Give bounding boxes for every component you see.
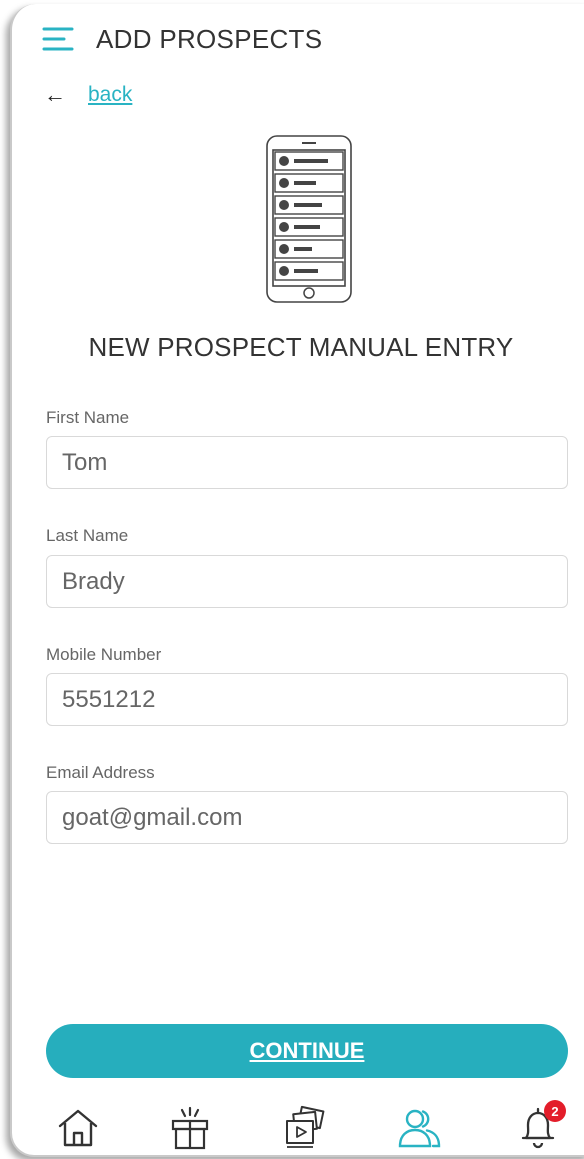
back-row: ← back bbox=[44, 82, 132, 108]
last-name-field[interactable] bbox=[46, 555, 568, 608]
email-address-field[interactable] bbox=[46, 791, 568, 844]
phone-contact-list-icon bbox=[266, 135, 352, 303]
arrow-left-icon[interactable]: ← bbox=[44, 82, 78, 108]
page-title: ADD PROSPECTS bbox=[96, 24, 323, 54]
last-name-label: Last Name bbox=[46, 526, 129, 545]
mobile-number-label: Mobile Number bbox=[46, 645, 162, 664]
back-link[interactable]: back bbox=[88, 83, 132, 107]
home-icon[interactable] bbox=[54, 1104, 102, 1152]
app-header: ADD PROSPECTS bbox=[12, 4, 584, 70]
people-icon[interactable] bbox=[396, 1104, 444, 1152]
mobile-number-field[interactable] bbox=[46, 673, 568, 726]
bottom-nav: 2 bbox=[12, 1098, 584, 1154]
app-screen: ADD PROSPECTS ← back NEW PROSPECT MANUAL… bbox=[10, 4, 584, 1157]
email-address-label: Email Address bbox=[46, 763, 155, 782]
section-title: NEW PROSPECT MANUAL ENTRY bbox=[88, 332, 514, 362]
notification-badge: 2 bbox=[544, 1100, 566, 1122]
first-name-label: First Name bbox=[46, 408, 130, 427]
media-cards-icon[interactable] bbox=[280, 1104, 328, 1152]
first-name-field[interactable] bbox=[46, 436, 568, 489]
gift-box-icon[interactable] bbox=[166, 1104, 214, 1152]
notifications-button[interactable]: 2 bbox=[514, 1100, 566, 1152]
continue-button[interactable]: CONTINUE bbox=[46, 1024, 568, 1078]
hamburger-menu-icon[interactable] bbox=[42, 26, 74, 52]
